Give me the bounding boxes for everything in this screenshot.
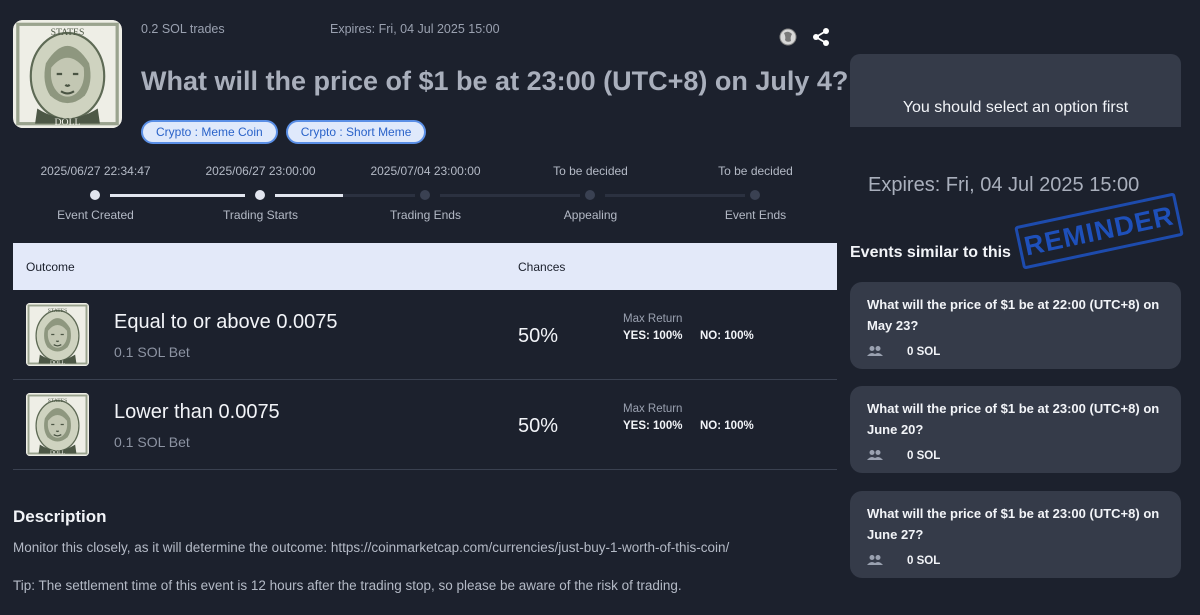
timeline-segment xyxy=(605,194,745,197)
outcome-image xyxy=(26,303,89,366)
description-tip: Tip: The settlement time of this event i… xyxy=(13,578,682,593)
similar-event-title: What will the price of $1 be at 22:00 (U… xyxy=(867,297,1160,333)
tag-meme-coin[interactable]: Crypto : Meme Coin xyxy=(141,120,278,144)
tag-short-meme[interactable]: Crypto : Short Meme xyxy=(285,120,427,144)
event-title: What will the price of $1 be at 23:00 (U… xyxy=(141,66,849,96)
outcome-row[interactable]: Equal to or above 0.0075 0.1 SOL Bet 50%… xyxy=(13,290,837,380)
similar-events-heading: Events similar to this xyxy=(850,244,1011,261)
timeline-date: 2025/07/04 23:00:00 xyxy=(370,164,481,178)
outcome-chance: 50% xyxy=(518,325,559,347)
similar-event-card[interactable]: What will the price of $1 be at 22:00 (U… xyxy=(850,282,1181,369)
no-return[interactable]: NO: 100% xyxy=(700,330,754,342)
timeline-segment xyxy=(110,194,245,197)
timeline-label: Appealing xyxy=(563,208,618,222)
similar-event-volume: 0 SOL xyxy=(907,450,941,462)
event-image xyxy=(13,20,122,128)
outcome-title: Equal to or above 0.0075 xyxy=(114,311,338,333)
timeline-label: Event Ends xyxy=(724,208,787,222)
timeline-dot xyxy=(750,190,760,200)
similar-event-title: What will the price of $1 be at 23:00 (U… xyxy=(867,506,1160,542)
max-return-label: Max Return xyxy=(623,403,683,415)
outcome-title: Lower than 0.0075 xyxy=(114,401,280,423)
outcome-row[interactable]: Lower than 0.0075 0.1 SOL Bet 50% Max Re… xyxy=(13,380,837,470)
reminder-stamp: REMINDER xyxy=(1014,192,1184,270)
outcome-image xyxy=(26,393,89,456)
outcome-chance: 50% xyxy=(518,415,559,437)
outcome-bet: 0.1 SOL Bet xyxy=(114,344,190,360)
yes-return[interactable]: YES: 100% xyxy=(623,420,682,432)
description-heading: Description xyxy=(13,507,107,526)
no-return[interactable]: NO: 100% xyxy=(700,420,754,432)
timeline-progress xyxy=(275,194,343,197)
similar-event-volume: 0 SOL xyxy=(907,346,941,358)
expires-label: Expires: Fri, 04 Jul 2025 15:00 xyxy=(330,22,500,36)
users-icon xyxy=(867,450,883,460)
timeline-date: To be decided xyxy=(553,164,628,178)
timeline-date: 2025/06/27 23:00:00 xyxy=(205,164,316,178)
timeline-dot xyxy=(585,190,595,200)
users-icon xyxy=(867,555,883,565)
select-option-prompt: You should select an option first xyxy=(902,99,1129,116)
yes-return[interactable]: YES: 100% xyxy=(623,330,682,342)
globe-icon[interactable] xyxy=(778,27,798,47)
timeline-label: Trading Ends xyxy=(390,208,461,222)
timeline-date: To be decided xyxy=(718,164,793,178)
timeline-dot xyxy=(420,190,430,200)
trades-volume: 0.2 SOL trades xyxy=(141,22,225,36)
similar-event-card[interactable]: What will the price of $1 be at 23:00 (U… xyxy=(850,491,1181,578)
similar-event-title: What will the price of $1 be at 23:00 (U… xyxy=(867,401,1160,437)
description-text: Monitor this closely, as it will determi… xyxy=(13,540,730,555)
timeline-date: 2025/06/27 22:34:47 xyxy=(40,164,151,178)
sidebar-expires: Expires: Fri, 04 Jul 2025 15:00 xyxy=(868,174,1140,196)
similar-event-card[interactable]: What will the price of $1 be at 23:00 (U… xyxy=(850,386,1181,473)
timeline-label: Event Created xyxy=(57,208,134,222)
trade-panel: You should select an option first xyxy=(850,54,1181,127)
timeline-dot xyxy=(255,190,265,200)
share-icon[interactable] xyxy=(810,26,832,48)
tag-list: Crypto : Meme Coin Crypto : Short Meme xyxy=(141,120,427,144)
users-icon xyxy=(867,346,883,356)
column-chances: Chances xyxy=(518,260,566,274)
outcomes-table-header: Outcome Chances xyxy=(13,243,837,290)
outcome-bet: 0.1 SOL Bet xyxy=(114,434,190,450)
column-outcome: Outcome xyxy=(26,260,75,274)
max-return-label: Max Return xyxy=(623,313,683,325)
similar-event-volume: 0 SOL xyxy=(907,555,941,567)
timeline-label: Trading Starts xyxy=(223,208,298,222)
timeline-dot xyxy=(90,190,100,200)
event-timeline: 2025/06/27 22:34:47 Event Created 2025/0… xyxy=(13,160,838,230)
timeline-segment xyxy=(440,194,580,197)
